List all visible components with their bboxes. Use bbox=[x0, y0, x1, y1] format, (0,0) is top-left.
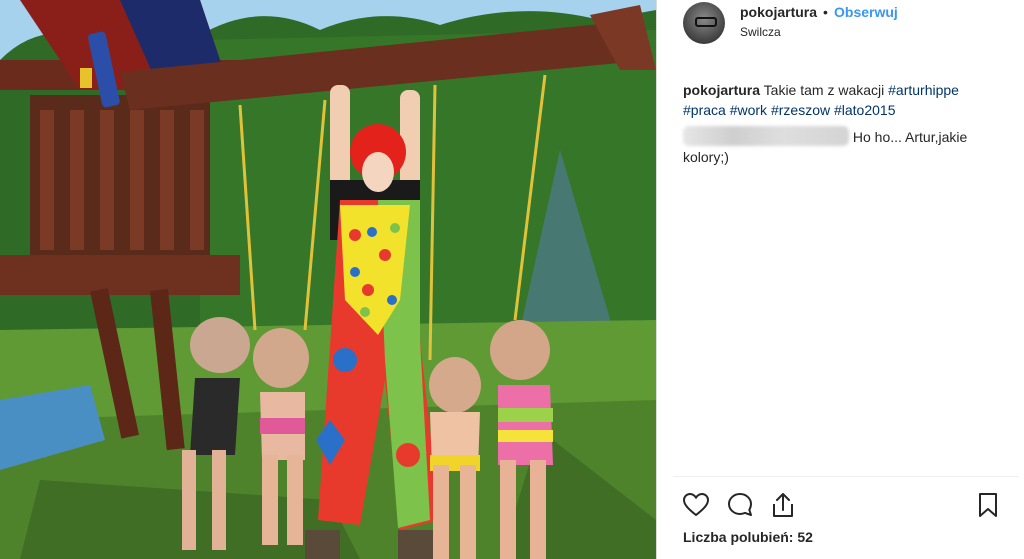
actions-divider bbox=[673, 476, 1018, 477]
header-separator: • bbox=[823, 4, 828, 20]
avatar[interactable] bbox=[683, 2, 725, 44]
caption-author-link[interactable]: pokojartura bbox=[683, 82, 760, 98]
comment-icon[interactable] bbox=[725, 490, 755, 520]
hashtag-link[interactable]: #lato2015 bbox=[834, 102, 896, 118]
comment-item: Ho ho... Artur,jakie kolory;) bbox=[683, 126, 1013, 167]
bookmark-icon[interactable] bbox=[973, 490, 1003, 520]
caption-text: Takie tam z wakacji bbox=[760, 82, 889, 98]
hashtag-link[interactable]: #arturhippe bbox=[888, 82, 959, 98]
hashtag-link[interactable]: #praca bbox=[683, 102, 726, 118]
hashtag-link[interactable]: #rzeszow bbox=[771, 102, 830, 118]
likes-number: 52 bbox=[797, 529, 813, 545]
follow-button[interactable]: Obserwuj bbox=[834, 4, 898, 20]
hashtag-link[interactable]: #work bbox=[730, 102, 767, 118]
blurred-comment-author bbox=[683, 126, 849, 146]
post-side-panel: pokojartura • Obserwuj Swilcza pokojartu… bbox=[657, 0, 1024, 559]
share-icon[interactable] bbox=[768, 490, 798, 520]
heart-icon[interactable] bbox=[681, 490, 711, 520]
post-actions bbox=[657, 486, 1024, 526]
post-photo[interactable] bbox=[0, 0, 656, 559]
post-caption: pokojartura Takie tam z wakacji #arturhi… bbox=[683, 80, 1018, 120]
photo-illustration bbox=[0, 0, 656, 559]
post-header: pokojartura • Obserwuj Swilcza bbox=[657, 0, 1024, 50]
username-link[interactable]: pokojartura bbox=[740, 4, 817, 20]
likes-label: Liczba polubień: bbox=[683, 529, 794, 545]
likes-count[interactable]: Liczba polubień: 52 bbox=[683, 529, 813, 545]
location-link[interactable]: Swilcza bbox=[740, 25, 781, 39]
